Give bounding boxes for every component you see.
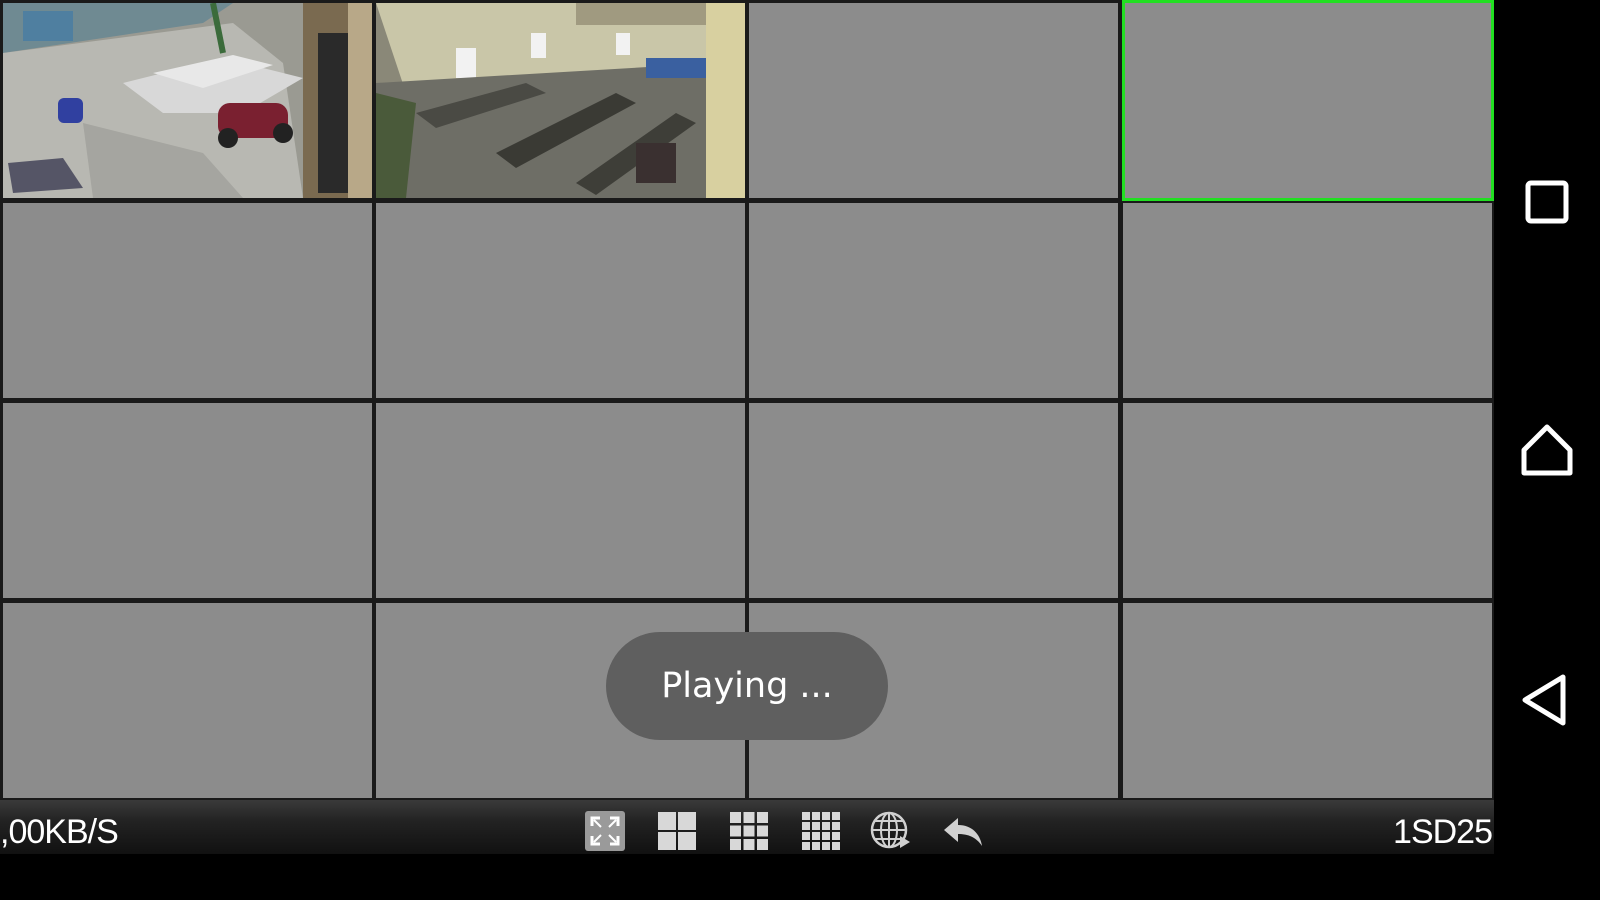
fullscreen-icon	[585, 811, 625, 851]
grid-4x4-icon	[802, 812, 840, 850]
back-button[interactable]	[942, 810, 984, 852]
camera-tile-4[interactable]	[1122, 0, 1494, 201]
layout-4-button[interactable]	[656, 810, 698, 852]
camera-tile-12[interactable]	[1123, 403, 1492, 598]
camera-tile-7[interactable]	[749, 203, 1118, 398]
camera-tile-1[interactable]	[3, 3, 372, 198]
grid-2x2-icon	[658, 812, 696, 850]
camera-tile-5[interactable]	[3, 203, 372, 398]
home-icon	[1521, 424, 1573, 476]
camera-tile-8[interactable]	[1123, 203, 1492, 398]
camera-tile-3[interactable]	[749, 3, 1118, 198]
camera-tile-16[interactable]	[1123, 603, 1492, 798]
layout-9-button[interactable]	[728, 810, 770, 852]
camera-tile-11[interactable]	[749, 403, 1118, 598]
home-button[interactable]	[1517, 420, 1577, 480]
playing-toast: Playing ...	[606, 632, 888, 740]
back-arrow-icon	[944, 818, 982, 846]
bitrate-text: ,00KB/S	[0, 813, 119, 851]
back-icon	[1522, 674, 1566, 726]
recent-apps-icon	[1525, 180, 1569, 224]
fullscreen-button[interactable]	[584, 810, 626, 852]
bottom-toolbar: ,00KB/S 1SD25	[0, 800, 1494, 854]
camera-feed-outdoor-yard	[3, 3, 372, 198]
layout-16-button[interactable]	[800, 810, 842, 852]
device-id-text: 1SD25	[1393, 813, 1493, 851]
back-nav-button[interactable]	[1517, 670, 1577, 730]
camera-feed-workshop	[376, 3, 745, 198]
camera-tile-13[interactable]	[3, 603, 372, 798]
android-nav-bar	[1494, 0, 1600, 900]
camera-tile-9[interactable]	[3, 403, 372, 598]
camera-tile-6[interactable]	[376, 203, 745, 398]
camera-tile-2[interactable]	[376, 3, 745, 198]
camera-tile-10[interactable]	[376, 403, 745, 598]
globe-icon	[870, 811, 910, 849]
recent-apps-button[interactable]	[1517, 172, 1577, 232]
network-button[interactable]	[870, 810, 912, 852]
grid-3x3-icon	[730, 812, 768, 850]
